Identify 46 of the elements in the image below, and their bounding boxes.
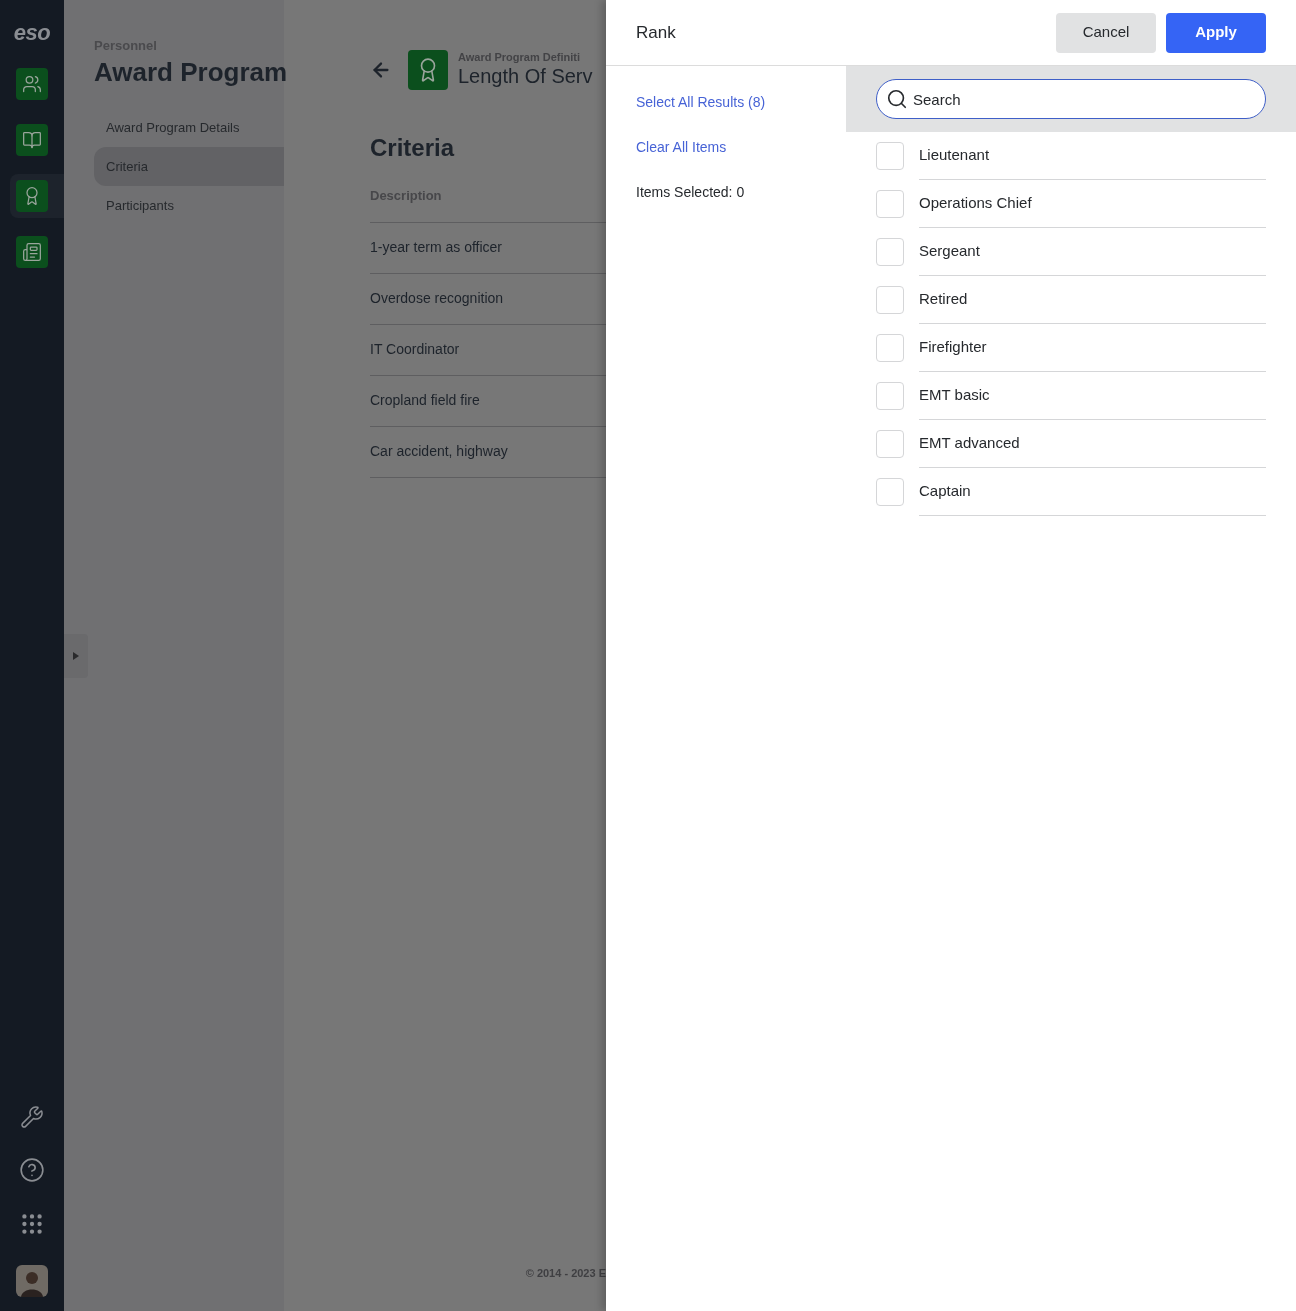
table-cell-text: Overdose recognition: [370, 289, 504, 308]
clear-all-link[interactable]: Clear All Items: [636, 137, 846, 158]
nav-button[interactable]: [16, 236, 48, 268]
expand-handle[interactable]: [64, 634, 88, 678]
option-label[interactable]: Firefighter: [919, 336, 987, 359]
nav-button[interactable]: [16, 68, 48, 100]
table-cell-text: Cropland field fire: [370, 391, 480, 410]
option-label[interactable]: Captain: [919, 480, 971, 503]
option-label[interactable]: Lieutenant: [919, 144, 990, 167]
checkbox[interactable]: [876, 478, 904, 506]
table-cell-text: IT Coordinator: [370, 340, 460, 359]
page-title: Award Program: [94, 55, 284, 88]
checkbox[interactable]: [876, 142, 904, 170]
option-label[interactable]: Operations Chief: [919, 192, 1032, 215]
section-heading: Criteria: [370, 133, 456, 163]
cancel-button[interactable]: Cancel: [1056, 12, 1156, 53]
nav-button[interactable]: [16, 180, 48, 212]
book-icon: [22, 130, 42, 150]
nav-button[interactable]: [16, 124, 48, 156]
search-icon: [886, 88, 908, 110]
help-icon[interactable]: [19, 1157, 45, 1183]
logo: eso: [13, 22, 51, 44]
people-icon: [22, 74, 42, 94]
apps-grid-icon[interactable]: [19, 1211, 45, 1237]
select-all-link[interactable]: Select All Results (8): [636, 92, 846, 113]
avatar[interactable]: [16, 1265, 48, 1297]
detail-title: Length Of Serv: [458, 64, 593, 90]
checkbox[interactable]: [876, 430, 904, 458]
table-cell-text: Car accident, highway: [370, 442, 508, 461]
option-label[interactable]: Sergeant: [919, 240, 980, 263]
apply-button[interactable]: Apply: [1166, 12, 1266, 53]
checkbox[interactable]: [876, 382, 904, 410]
option-label[interactable]: Retired: [919, 288, 968, 311]
option-label[interactable]: EMT basic: [919, 384, 990, 407]
option-label[interactable]: EMT advanced: [919, 432, 1020, 455]
checkbox[interactable]: [876, 286, 904, 314]
newspaper-icon: [22, 242, 42, 262]
checkbox[interactable]: [876, 190, 904, 218]
wrench-icon[interactable]: [20, 1105, 44, 1129]
search-field[interactable]: Search: [876, 79, 1266, 119]
table-cell-text: 1-year term as officer: [370, 238, 502, 257]
checkbox[interactable]: [876, 334, 904, 362]
drawer-title: Rank: [636, 21, 676, 44]
checkbox[interactable]: [876, 238, 904, 266]
caret-icon: [73, 652, 79, 660]
selected-count: Items Selected: 0: [636, 183, 746, 202]
